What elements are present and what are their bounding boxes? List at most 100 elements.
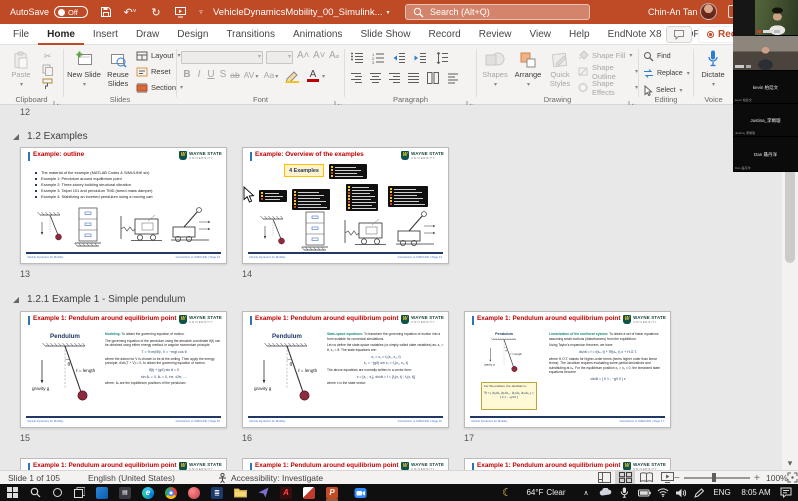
chrome-icon[interactable] [163,484,179,501]
tray-expand-icon[interactable]: ∧ [580,484,592,501]
format-painter-icon[interactable] [40,77,55,91]
file-explorer-icon[interactable] [232,484,248,501]
justify-icon[interactable] [408,71,419,89]
pen-icon[interactable] [692,484,706,501]
onedrive-icon[interactable] [598,484,612,501]
participant-video-1[interactable] [755,0,798,36]
start-button[interactable] [4,484,20,501]
acrobat-icon[interactable]: A [278,484,294,501]
ribbon-tab-animations[interactable]: Animations [284,24,351,45]
customize-quick-access-button[interactable]: ▿ [193,4,209,20]
line-spacing-icon[interactable] [435,51,448,69]
shrink-font-button[interactable]: A˅ [313,50,326,61]
ribbon-tab-endnote-x8[interactable]: EndNote X8 [599,24,671,45]
ribbon-tab-record[interactable]: Record [419,24,469,45]
edge-icon[interactable]: e [140,484,156,501]
clipboard-dialog-launcher[interactable] [53,95,61,103]
zoom-out-button[interactable]: − [674,471,680,485]
change-case-button[interactable]: Aa▾ [261,70,281,80]
cut-icon[interactable]: ✂ [40,49,55,63]
comments-button[interactable] [666,26,692,43]
ribbon-tab-design[interactable]: Design [168,24,217,45]
ribbon-tab-review[interactable]: Review [470,24,521,45]
decrease-indent-icon[interactable] [393,51,406,69]
section-header-example1[interactable]: 1.2.1 Example 1 - Simple pendulum [12,294,185,305]
font-dialog-launcher[interactable] [334,95,342,103]
arrange-button[interactable]: Arrange▾ [511,47,545,93]
dictate-button[interactable]: Dictate▾ [696,47,730,93]
redo-button[interactable]: ↻ [148,4,164,20]
columns-icon[interactable] [427,71,439,89]
replace-button[interactable]: Replace▾ [643,66,690,81]
undo-button[interactable]: ↶˅ [122,4,138,20]
save-button[interactable] [98,4,114,20]
slide-thumbnail-18-partial[interactable]: Example 1: Pendulum around equilibrium p… [20,458,227,470]
powerpoint-icon[interactable]: P [324,484,340,501]
shape-outline-button[interactable]: Shape Outline▾ [577,64,638,79]
document-title[interactable]: VehicleDynamicsMobility_00_Simulink... ▾ [213,0,390,24]
mail-app-icon[interactable] [94,484,110,501]
ribbon-tab-help[interactable]: Help [560,24,599,45]
search-bar[interactable]: Search (Alt+Q) [405,4,590,20]
ribbon-tab-draw[interactable]: Draw [127,24,168,45]
font-size-combo[interactable] [266,51,293,64]
participant-tile-5[interactable]: Dan 聶丹洋 Dan 聶丹洋 [733,137,798,172]
fit-to-window-button[interactable] [786,471,798,484]
paste-button[interactable]: Paste▾ [3,47,39,93]
task-view-icon[interactable] [71,484,87,501]
font-color-chevron-icon[interactable]: ▾ [322,73,325,80]
ribbon-tab-transitions[interactable]: Transitions [217,24,284,45]
character-spacing-button[interactable]: AV▾ [241,70,261,80]
ribbon-tab-insert[interactable]: Insert [84,24,127,45]
highlight-color-button[interactable] [285,69,301,88]
slide-count-status[interactable]: Slide 1 of 105 [8,471,60,485]
word-app-icon[interactable]: ≣ [209,484,225,501]
tray-microphone-icon[interactable] [617,484,631,501]
language-status[interactable]: English (United States) [88,471,175,485]
ribbon-tab-view[interactable]: View [521,24,561,45]
clock[interactable]: 8:05 AM [736,484,776,501]
ribbon-tab-home[interactable]: Home [38,24,84,45]
align-left-icon[interactable] [351,71,362,89]
participant-tile-4[interactable]: Justina_李姵璇 Justina_李姵璇 [733,104,798,137]
font-color-button[interactable]: A [307,69,319,82]
drawing-dialog-launcher[interactable] [628,95,636,103]
slide-thumbnail-16[interactable]: Example 1: Pendulum around equilibrium p… [242,311,449,428]
slide-thumbnail-14[interactable]: Example: Overview of the examplesWAYNE S… [242,147,449,264]
slide-thumbnail-17[interactable]: Example 1: Pendulum around equilibrium p… [464,311,671,428]
start-slideshow-button[interactable] [172,4,188,20]
find-button[interactable]: Find [643,49,690,64]
cortana-icon[interactable] [49,484,65,501]
weather-moon-icon[interactable]: ☾ [500,484,514,501]
participant-video-2[interactable] [733,36,798,71]
scrollbar-down-arrow[interactable]: ▾ [782,458,798,468]
wifi-icon[interactable] [656,484,670,501]
battery-icon[interactable] [636,484,652,501]
strikethrough-button[interactable]: ab [229,70,241,80]
slide-thumbnail-19-partial[interactable]: Example 1: Pendulum around equilibrium p… [242,458,449,470]
ribbon-tab-slide-show[interactable]: Slide Show [351,24,419,45]
shape-effects-button[interactable]: Shape Effects▾ [577,80,638,95]
copy-icon[interactable] [40,63,55,77]
paragraph-dialog-launcher[interactable] [466,95,474,103]
normal-view-button[interactable] [594,471,614,484]
taskbar-search-icon[interactable] [27,484,43,501]
speaker-icon[interactable] [674,484,688,501]
accessibility-status[interactable]: Accessibility: Investigate [218,471,323,485]
slide-sorter-view-button[interactable] [615,471,635,484]
participant-tile-3[interactable]: kevin 柏廷文 kevin 柏廷文 [733,71,798,104]
pdf-xchange-icon[interactable] [301,484,317,501]
keyboard-language[interactable]: ENG [710,484,734,501]
text-direction-icon[interactable] [447,71,459,89]
bold-button[interactable]: B [181,69,193,80]
italic-button[interactable]: I [193,69,205,80]
app-icon-plane[interactable] [255,484,271,501]
weather-widget[interactable]: 64°FClear [518,484,574,501]
clear-formatting-button[interactable]: A⌀ [329,50,339,61]
grow-font-button[interactable]: A˄ [297,50,310,61]
reading-view-button[interactable] [636,471,656,484]
underline-button[interactable]: U [205,69,217,80]
section-header-examples[interactable]: 1.2 Examples [12,131,88,142]
shadow-button[interactable]: S [217,69,229,80]
shape-fill-button[interactable]: Shape Fill▾ [577,48,638,63]
